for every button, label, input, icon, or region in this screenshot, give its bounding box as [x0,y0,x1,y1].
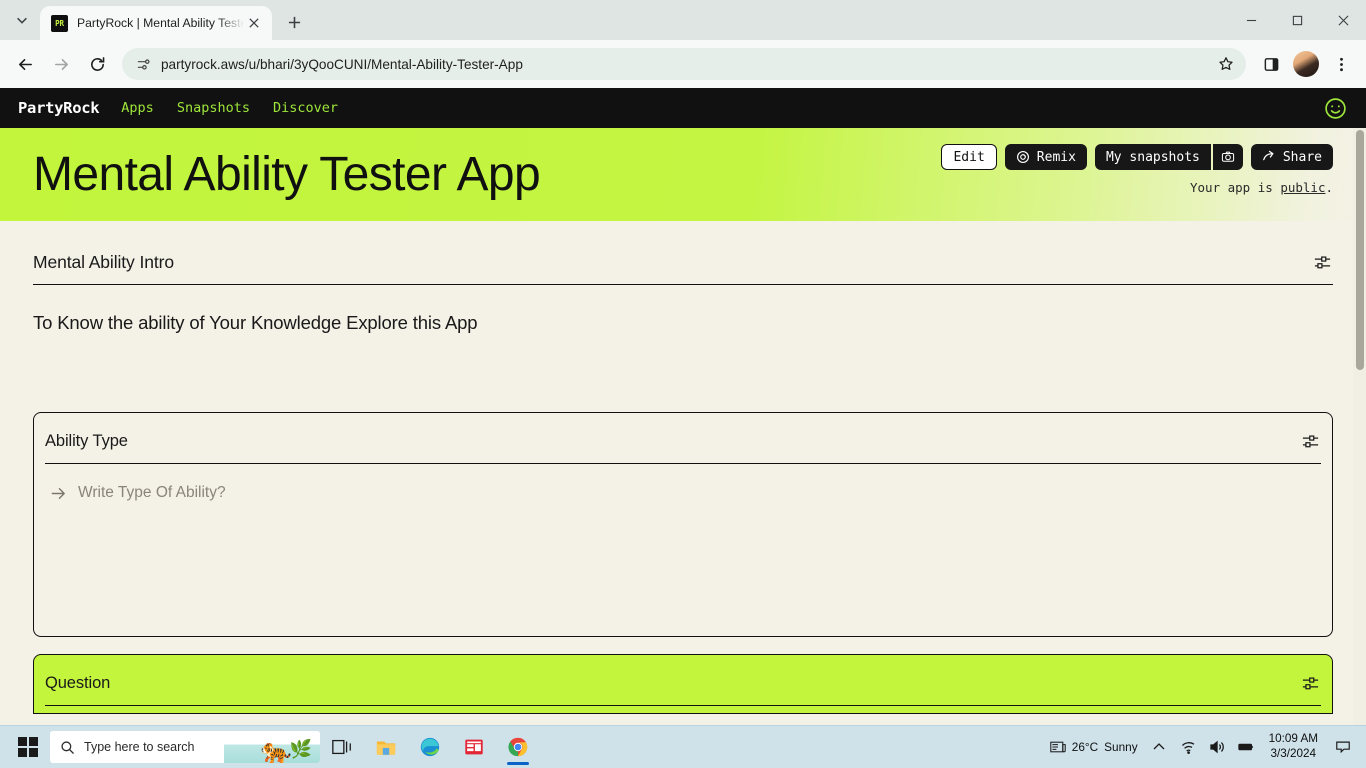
url-text: partyrock.aws/u/bhari/3yQooCUNI/Mental-A… [161,56,523,72]
active-app-indicator [507,762,529,765]
search-placeholder: Type here to search [84,740,195,754]
browser-toolbar: partyrock.aws/u/bhari/3yQooCUNI/Mental-A… [0,40,1366,88]
news-weather-icon [1050,741,1066,753]
maximize-icon[interactable] [1274,0,1320,40]
microsoft-edge-icon[interactable] [408,727,452,767]
widget-header: Ability Type [45,413,1321,464]
tab-strip: PR PartyRock | Mental Ability Teste [0,0,1366,40]
volume-icon[interactable] [1204,727,1230,767]
page-viewport: PartyRock Apps Snapshots Discover Mental… [0,88,1366,725]
share-button[interactable]: Share [1250,144,1333,170]
partyrock-logo[interactable]: PartyRock [18,99,100,117]
page-scrollbar[interactable] [1353,128,1366,725]
visibility-value[interactable]: public [1280,180,1325,195]
partyrock-navbar: PartyRock Apps Snapshots Discover [0,88,1366,128]
tab-title: PartyRock | Mental Ability Teste [77,16,244,30]
tab-search-button[interactable] [8,6,36,34]
edit-button-label: Edit [953,149,985,165]
nav-link-discover[interactable]: Discover [273,100,338,116]
notification-icon[interactable] [1328,727,1358,767]
app-content: Mental Ability Intro To Know the ability… [0,221,1366,714]
widget-title: Mental Ability Intro [33,251,174,272]
remix-button-label: Remix [1036,149,1076,165]
widget-question: Question [33,654,1333,714]
remix-button[interactable]: Remix [1004,144,1087,170]
partyrock-favicon: PR [51,14,68,32]
share-button-label: Share [1282,149,1322,165]
close-icon[interactable] [244,13,264,33]
file-explorer-icon[interactable] [364,727,408,767]
widget-mental-ability-intro: Mental Ability Intro To Know the ability… [33,221,1333,334]
search-icon [61,740,74,754]
scrollbar-thumb[interactable] [1355,130,1364,370]
browser-window: PR PartyRock | Mental Ability Teste part… [0,0,1366,768]
visibility-prefix: Your app is [1190,180,1281,195]
windows-logo-icon[interactable] [6,727,50,767]
widget-body-text: To Know the ability of Your Knowledge Ex… [33,312,478,333]
weather-widget[interactable]: 26°C Sunny [1045,727,1143,767]
page-settings-icon[interactable] [130,51,156,77]
profile-avatar[interactable] [1293,51,1319,77]
address-bar[interactable]: partyrock.aws/u/bhari/3yQooCUNI/Mental-A… [122,48,1246,80]
three-dot-menu-icon[interactable] [1324,47,1358,81]
clock-date: 3/3/2024 [1270,747,1317,760]
close-window-icon[interactable] [1320,0,1366,40]
ability-type-input[interactable]: Write Type Of Ability? [45,464,1321,502]
side-panel-icon[interactable] [1254,47,1288,81]
task-view-icon[interactable] [320,727,364,767]
battery-icon[interactable] [1233,727,1259,767]
share-arrow-icon [1262,150,1274,161]
camera-icon[interactable] [1212,144,1243,170]
sliders-icon[interactable] [1299,430,1321,452]
tiger-decoration [224,731,320,763]
microsoft-store-icon[interactable] [452,727,496,767]
system-tray: 26°C Sunny 10:09 AM 3/3/2024 [1045,727,1362,767]
arrow-right-icon [51,487,65,499]
wifi-icon[interactable] [1175,727,1201,767]
sliders-icon[interactable] [1311,251,1333,273]
reload-icon[interactable] [80,47,114,81]
forward-arrow-icon[interactable] [44,47,78,81]
my-snapshots-label: My snapshots [1105,149,1200,165]
my-snapshots-button[interactable]: My snapshots [1094,144,1211,170]
edit-button[interactable]: Edit [941,144,997,170]
nav-link-apps[interactable]: Apps [121,100,154,116]
search-input[interactable]: Type here to search [50,731,320,763]
remix-icon [1016,151,1029,163]
window-controls [1228,0,1366,40]
widget-header: Mental Ability Intro [33,251,1333,285]
google-chrome-icon[interactable] [496,727,540,767]
chevron-up-icon[interactable] [1146,727,1172,767]
ability-type-placeholder: Write Type Of Ability? [78,484,226,501]
clock-time: 10:09 AM [1268,732,1318,746]
sliders-icon[interactable] [1299,672,1321,694]
app-hero-header: Mental Ability Tester App Edit Remix My … [0,128,1366,221]
clock[interactable]: 10:09 AM 3/3/2024 [1262,732,1325,761]
app-visibility-status: Your app is public. [1190,180,1333,195]
bookmark-star-icon[interactable] [1212,50,1240,78]
page-title: Mental Ability Tester App [33,147,541,201]
weather-temp: 26°C [1071,740,1099,754]
smiley-face-icon[interactable] [1322,95,1348,121]
nav-link-snapshots[interactable]: Snapshots [177,100,250,116]
weather-condition: Sunny [1104,740,1138,754]
widget-header: Question [45,655,1321,706]
windows-taskbar: Type here to search 26°C Sunny [0,725,1366,768]
widget-title: Question [45,673,111,692]
back-arrow-icon[interactable] [8,47,42,81]
widget-title: Ability Type [45,431,128,450]
hero-action-buttons: Edit Remix My snapshots Share [941,144,1333,170]
widget-ability-type: Ability Type Write Type Of Ability? [33,412,1333,637]
browser-tab[interactable]: PR PartyRock | Mental Ability Teste [40,6,272,40]
visibility-suffix: . [1325,180,1333,195]
snapshots-button-group: My snapshots [1094,144,1243,170]
minimize-icon[interactable] [1228,0,1274,40]
new-tab-button[interactable] [280,8,308,36]
